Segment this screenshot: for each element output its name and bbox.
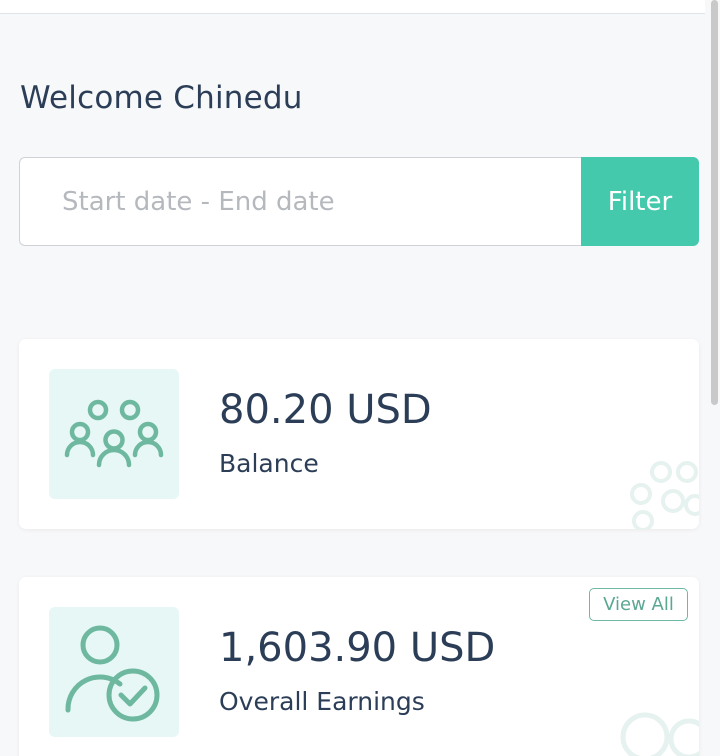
filter-button[interactable]: Filter (581, 157, 699, 246)
balance-icon-tile (49, 369, 179, 499)
balance-card: 80.20 USD Balance (19, 339, 699, 529)
scrollbar-thumb[interactable] (711, 0, 718, 405)
view-all-button[interactable]: View All (589, 588, 688, 621)
users-group-icon (64, 399, 164, 468)
users-group-watermark-icon (630, 461, 699, 529)
page: Welcome Chinedu Filter 80.20 USD Bala (0, 0, 720, 756)
top-bar (0, 0, 705, 14)
scrollbar-track[interactable] (708, 0, 720, 756)
earnings-card: View All 1,603.90 USD Overall Earnings (19, 577, 699, 756)
balance-label: Balance (219, 449, 319, 478)
user-check-watermark-icon (620, 712, 699, 756)
balance-amount: 80.20 USD (219, 387, 432, 433)
date-range-input[interactable] (19, 157, 581, 246)
welcome-heading: Welcome Chinedu (20, 80, 303, 116)
earnings-icon-tile (49, 607, 179, 737)
earnings-amount: 1,603.90 USD (219, 625, 496, 671)
earnings-label: Overall Earnings (219, 687, 425, 716)
user-check-icon (65, 625, 160, 722)
date-filter-bar: Filter (19, 157, 699, 246)
